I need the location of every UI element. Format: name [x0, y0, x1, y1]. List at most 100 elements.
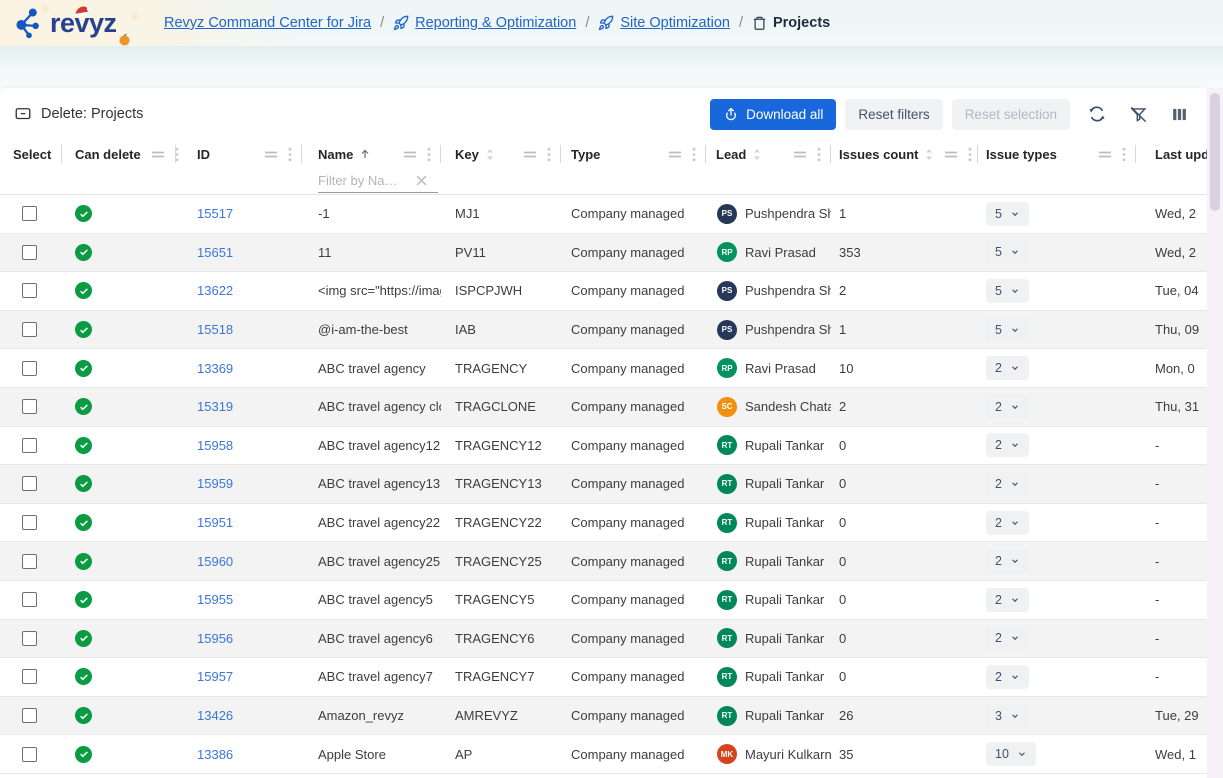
project-id-link[interactable]: 15956: [197, 631, 233, 646]
row-checkbox[interactable]: [22, 361, 37, 376]
column-header-types[interactable]: Issue types: [978, 140, 1136, 168]
breadcrumb-link[interactable]: Reporting & Optimization: [415, 15, 576, 31]
issue-types-dropdown[interactable]: 2: [986, 549, 1029, 573]
breadcrumb-item: Reporting & Optimization: [393, 15, 576, 31]
column-menu-icon[interactable]: [547, 147, 551, 162]
download-all-button[interactable]: Download all: [710, 99, 836, 130]
filter-cell-candel: [62, 168, 176, 194]
row-checkbox[interactable]: [22, 438, 37, 453]
project-id-link[interactable]: 15959: [197, 476, 233, 491]
column-header-id[interactable]: ID: [176, 140, 302, 168]
column-filter-icon[interactable]: [151, 149, 165, 159]
column-filter-icon[interactable]: [668, 149, 682, 159]
row-checkbox[interactable]: [22, 476, 37, 491]
column-filter-icon[interactable]: [944, 149, 958, 159]
issue-types-dropdown[interactable]: 5: [986, 240, 1029, 264]
issue-types-dropdown[interactable]: 5: [986, 202, 1029, 226]
row-checkbox[interactable]: [22, 322, 37, 337]
project-id-link[interactable]: 15955: [197, 592, 233, 607]
column-header-name[interactable]: Name: [302, 140, 441, 168]
project-name: ABC travel agency6: [318, 631, 433, 646]
projects-panel: Delete: Projects Download all Reset filt…: [0, 88, 1207, 778]
column-header-candel[interactable]: Can delete: [62, 140, 176, 168]
issue-types-dropdown[interactable]: 2: [986, 626, 1029, 650]
column-menu-icon[interactable]: [1122, 147, 1126, 162]
issue-types-dropdown[interactable]: 5: [986, 318, 1029, 342]
refresh-button[interactable]: [1083, 100, 1111, 128]
project-id-link[interactable]: 13426: [197, 708, 233, 723]
project-id-link[interactable]: 15960: [197, 554, 233, 569]
issue-types-dropdown[interactable]: 2: [986, 356, 1029, 380]
row-checkbox[interactable]: [22, 708, 37, 723]
project-id-link[interactable]: 15651: [197, 245, 233, 260]
last-updated-cell: Thu, 31: [1136, 388, 1207, 426]
issue-types-dropdown[interactable]: 2: [986, 588, 1029, 612]
issues-count: 10: [839, 361, 853, 376]
issue-types-dropdown[interactable]: 2: [986, 511, 1029, 535]
row-checkbox[interactable]: [22, 206, 37, 221]
column-header-updated[interactable]: Last updated: [1136, 140, 1207, 168]
clear-filter-icon[interactable]: [414, 173, 429, 188]
row-checkbox[interactable]: [22, 245, 37, 260]
project-id-link[interactable]: 15319: [197, 399, 233, 414]
project-id-link[interactable]: 15951: [197, 515, 233, 530]
select-cell: [0, 388, 62, 426]
row-checkbox[interactable]: [22, 631, 37, 646]
project-id-link[interactable]: 13369: [197, 361, 233, 376]
row-checkbox[interactable]: [22, 283, 37, 298]
column-filter-icon[interactable]: [403, 149, 417, 159]
issue-types-dropdown[interactable]: 2: [986, 433, 1029, 457]
row-checkbox[interactable]: [22, 554, 37, 569]
last-updated-cell: -: [1136, 658, 1207, 696]
name-filter-input[interactable]: [318, 173, 414, 188]
last-updated-value: -: [1155, 438, 1159, 453]
row-checkbox[interactable]: [22, 747, 37, 762]
column-header-issues[interactable]: Issues count: [831, 140, 978, 168]
issue-types-dropdown[interactable]: 5: [986, 279, 1029, 303]
clear-filters-button[interactable]: [1124, 100, 1152, 128]
column-menu-icon[interactable]: [427, 147, 431, 162]
project-id-link[interactable]: 15958: [197, 438, 233, 453]
reset-filters-button[interactable]: Reset filters: [845, 99, 942, 130]
lead-avatar: SC: [717, 397, 737, 417]
manage-columns-button[interactable]: [1165, 100, 1193, 128]
vertical-scrollbar[interactable]: [1207, 88, 1223, 778]
column-header-key[interactable]: Key: [441, 140, 561, 168]
row-checkbox[interactable]: [22, 515, 37, 530]
row-checkbox[interactable]: [22, 399, 37, 414]
column-menu-icon[interactable]: [817, 147, 821, 162]
column-filter-icon[interactable]: [264, 149, 278, 159]
breadcrumb-link[interactable]: Revyz Command Center for Jira: [164, 15, 371, 31]
column-header-lead[interactable]: Lead: [706, 140, 831, 168]
column-header-select[interactable]: Select: [0, 140, 62, 168]
column-filter-icon[interactable]: [1098, 149, 1112, 159]
column-menu-icon[interactable]: [692, 147, 696, 162]
reset-selection-button[interactable]: Reset selection: [952, 99, 1070, 130]
project-id-link[interactable]: 15517: [197, 206, 233, 221]
row-checkbox[interactable]: [22, 669, 37, 684]
project-id-link[interactable]: 13622: [197, 283, 233, 298]
chevron-down-icon: [1010, 209, 1020, 219]
table-header: SelectCan deleteIDNameKeyTypeLeadIssues …: [0, 140, 1207, 195]
project-id-link[interactable]: 13386: [197, 747, 233, 762]
column-menu-icon[interactable]: [968, 147, 972, 162]
row-checkbox[interactable]: [22, 592, 37, 607]
key-cell: TRAGCLONE: [441, 388, 561, 426]
issue-types-dropdown[interactable]: 2: [986, 395, 1029, 419]
issue-types-dropdown[interactable]: 10: [986, 742, 1036, 766]
column-filter-icon[interactable]: [793, 149, 807, 159]
column-header-type[interactable]: Type: [561, 140, 706, 168]
scrollbar-thumb[interactable]: [1210, 93, 1220, 211]
project-name: ABC travel agency22: [318, 515, 440, 530]
project-id-link[interactable]: 15957: [197, 669, 233, 684]
issue-types-dropdown[interactable]: 2: [986, 665, 1029, 689]
issue-types-dropdown[interactable]: 2: [986, 472, 1029, 496]
project-id-link[interactable]: 15518: [197, 322, 233, 337]
revyz-logo[interactable]: revyz: [0, 3, 158, 43]
column-menu-icon[interactable]: [288, 147, 292, 162]
columns-icon: [1171, 106, 1188, 123]
issue-types-dropdown[interactable]: 3: [986, 704, 1029, 728]
column-filter-icon[interactable]: [523, 149, 537, 159]
issues-count-cell: 35: [831, 735, 978, 773]
breadcrumb-link[interactable]: Site Optimization: [620, 15, 730, 31]
